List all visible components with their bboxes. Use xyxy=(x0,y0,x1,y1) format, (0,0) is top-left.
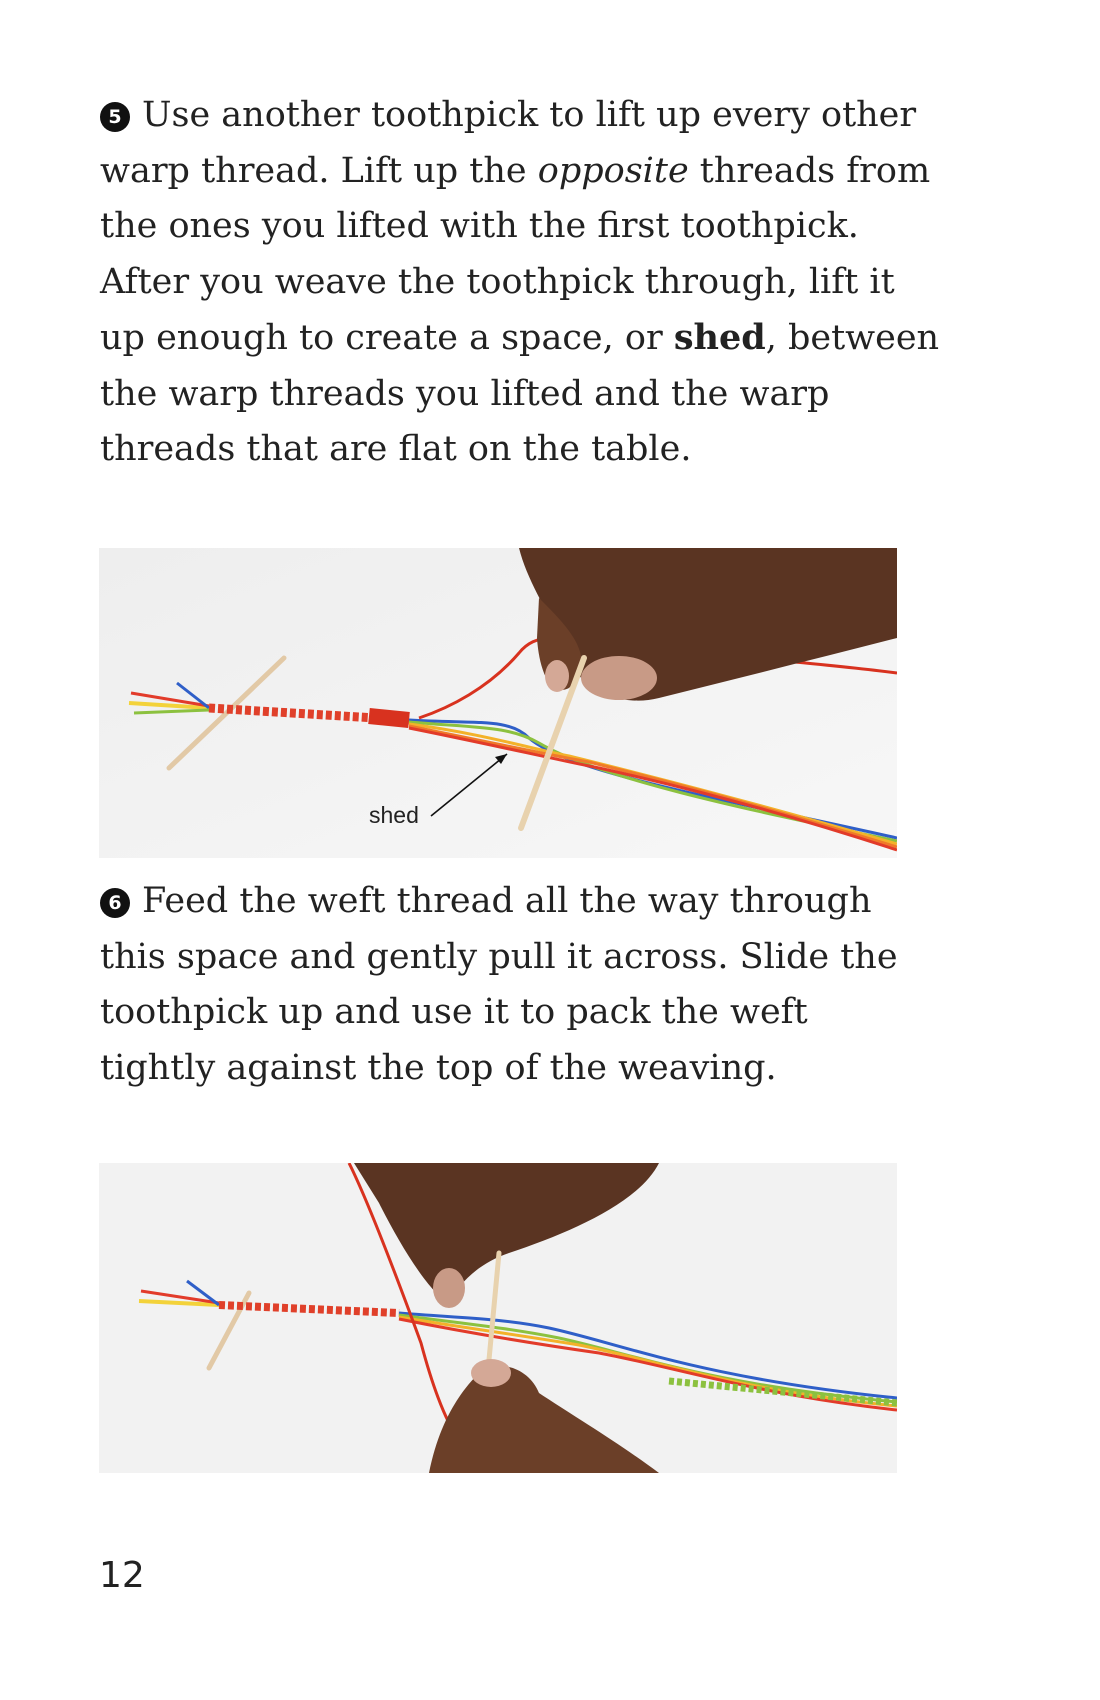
step-6-line-3: toothpick up and use it to pack the weft xyxy=(100,992,808,1032)
shed-label: shed xyxy=(369,802,419,828)
step-5-number-badge: 5 xyxy=(100,102,130,132)
step-5-line-1: 5 Use another toothpick to lift up every … xyxy=(100,88,920,144)
photo-feeding-weft xyxy=(99,1163,897,1473)
step-6-line-4: tightly against the top of the weaving. xyxy=(100,1047,777,1088)
step-5-line-7: threads that are flat on the table. xyxy=(100,429,692,469)
step-5-line-2: warp thread. Lift up the opposite thread… xyxy=(100,150,931,191)
page-number: 12 xyxy=(99,1555,145,1596)
step-5-line-3: the ones you lifted with the first tooth… xyxy=(100,206,859,246)
step-5-line-6: the warp threads you lifted and the warp xyxy=(100,373,830,414)
term-shed: shed xyxy=(673,317,766,358)
emphasis-opposite: opposite xyxy=(537,150,689,191)
step-5-line-4: After you weave the toothpick through, l… xyxy=(100,261,895,302)
step-6-line-1: 6 Feed the weft thread all the way throug… xyxy=(100,874,920,930)
step-6-paragraph: 6 Feed the weft thread all the way throug… xyxy=(100,874,920,1096)
step-5-line-5: up enough to create a space, or shed, be… xyxy=(100,317,940,358)
step-6-number-badge: 6 xyxy=(100,888,130,918)
photo-1-illustration: shed xyxy=(99,548,897,858)
step-6-line-2: this space and gently pull it across. Sl… xyxy=(100,936,898,977)
red-knots xyxy=(368,708,410,728)
step-5-paragraph: 5 Use another toothpick to lift up every … xyxy=(100,88,940,478)
photo-lifting-warp-threads: shed xyxy=(99,548,897,858)
photo-2-illustration xyxy=(99,1163,897,1473)
